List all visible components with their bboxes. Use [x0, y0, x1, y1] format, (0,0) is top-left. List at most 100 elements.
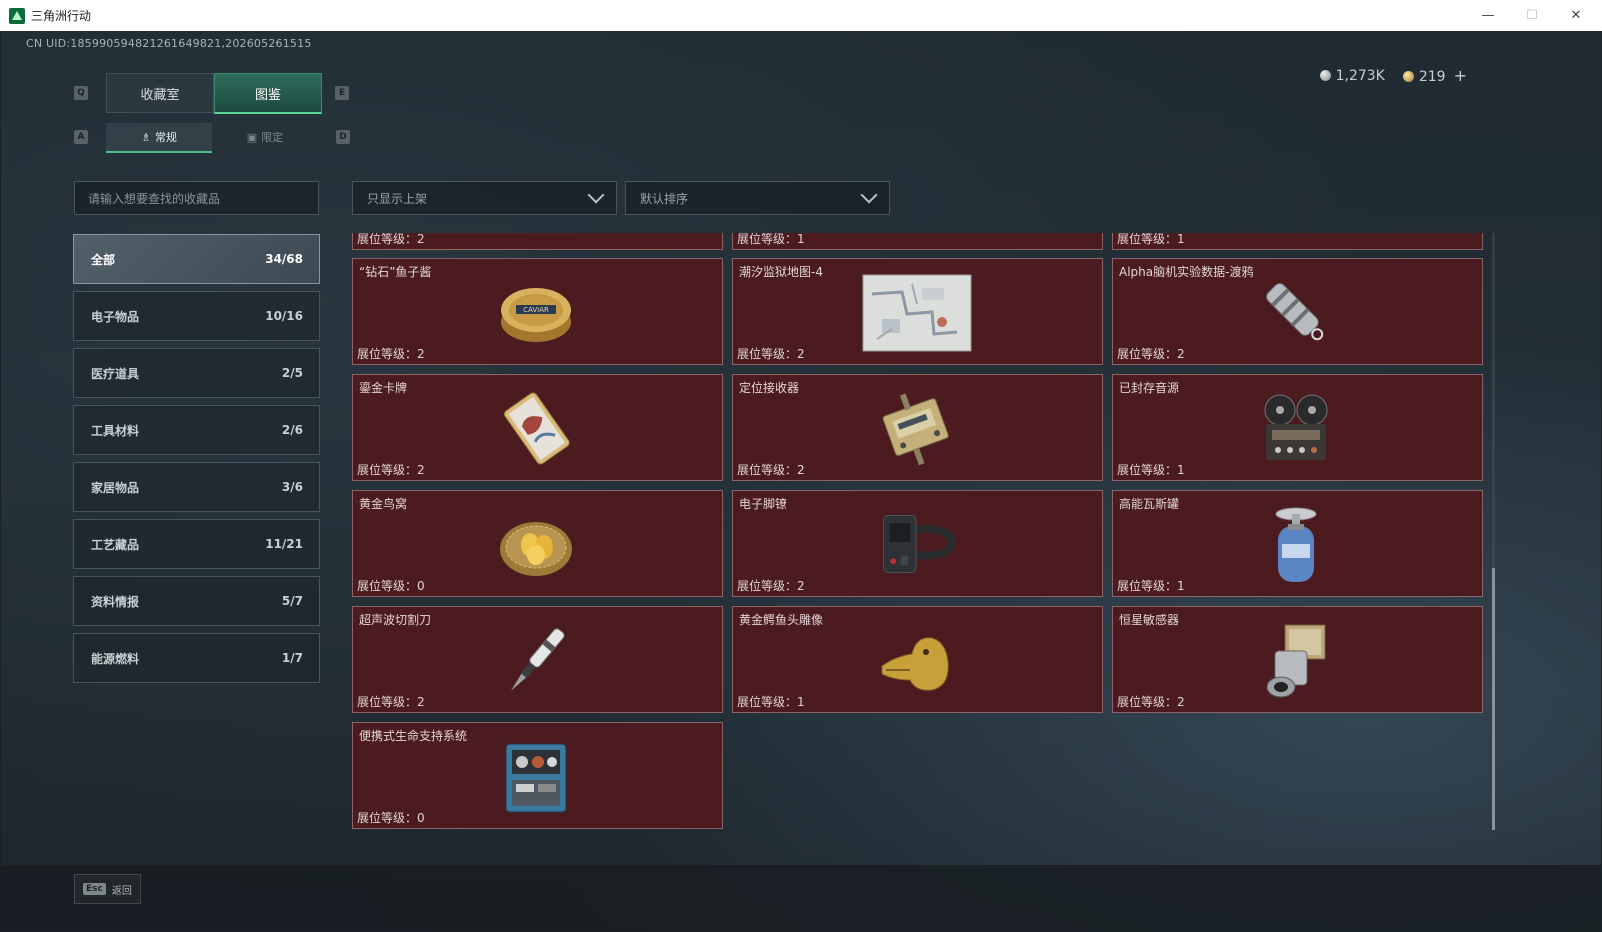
category-list: 全部 34/68 电子物品 10/16 医疗道具 2/5 工具材料 2/6 家居物品 3/… — [73, 234, 320, 690]
item-name: 恒星敏感器 — [1119, 613, 1180, 627]
item-card-receiver[interactable]: 定位接收器 展位等级：2 — [732, 374, 1103, 481]
category-label: 资料情报 — [91, 594, 140, 609]
category-electronics[interactable]: 电子物品 10/16 — [73, 291, 320, 341]
item-name: 鎏金卡牌 — [359, 381, 408, 395]
currency-bar: 1,273K 219 + — [1319, 66, 1467, 85]
key-hint-next-tab: E — [335, 86, 349, 100]
item-card[interactable]: 展位等级：2 — [352, 233, 723, 250]
item-level: 展位等级：1 — [1117, 579, 1185, 593]
item-level: 展位等级：1 — [1117, 463, 1185, 477]
subtab-limited[interactable]: ▣ 限定 — [212, 123, 318, 151]
item-name: 已封存音源 — [1119, 381, 1180, 395]
close-button[interactable]: ✕ — [1554, 0, 1598, 31]
ankle-monitor-icon — [876, 505, 956, 585]
item-grid: 展位等级：2 展位等级：1 展位等级：1 “钻石”鱼子酱 CAVIAR 展位等级… — [352, 233, 1487, 830]
item-card-gilded-card[interactable]: 鎏金卡牌 展位等级：2 — [352, 374, 723, 481]
item-level: 展位等级：0 — [357, 811, 425, 825]
receiver-device-icon — [876, 389, 956, 469]
item-card-caviar[interactable]: “钻石”鱼子酱 CAVIAR 展位等级：2 — [352, 258, 723, 365]
scrollbar-thumb[interactable] — [1492, 568, 1495, 830]
gold-currency[interactable]: 219 + — [1402, 66, 1467, 85]
maximize-button[interactable]: ☐ — [1510, 0, 1554, 31]
window-title: 三角洲行动 — [31, 9, 92, 23]
subtab-limited-label: 限定 — [261, 131, 284, 144]
silver-amount: 1,273K — [1335, 67, 1385, 84]
item-level: 展位等级：1 — [1117, 233, 1185, 246]
tab-collection-room[interactable]: 收藏室 — [106, 73, 214, 113]
limited-icon: ▣ — [246, 130, 258, 144]
category-label: 全部 — [91, 252, 116, 267]
category-label: 电子物品 — [91, 309, 140, 324]
gold-crocodile-icon — [876, 621, 956, 701]
item-name: “钻石”鱼子酱 — [359, 265, 432, 279]
back-button[interactable]: Esc 返回 — [74, 874, 141, 904]
filter-value: 只显示上架 — [367, 191, 428, 206]
chevron-down-icon — [860, 186, 878, 204]
uid-label: CN UID:18599059482126164982​1,2026052615… — [26, 37, 312, 50]
item-card-ultrasonic-knife[interactable]: 超声波切割刀 展位等级：2 — [352, 606, 723, 713]
category-count: 11/21 — [265, 537, 303, 551]
category-label: 能源燃料 — [91, 651, 140, 666]
back-label: 返回 — [111, 885, 132, 897]
category-count: 5/7 — [281, 594, 303, 608]
filter-dropdown[interactable]: 只显示上架 — [352, 181, 617, 215]
item-card[interactable]: 展位等级：1 — [732, 233, 1103, 250]
item-name: 便携式生命支持系统 — [359, 729, 468, 743]
category-medical[interactable]: 医疗道具 2/5 — [73, 348, 320, 398]
silver-coin-icon — [1319, 69, 1331, 81]
minimize-button[interactable]: — — [1466, 0, 1510, 31]
key-hint-prev-subtab: A — [74, 130, 88, 144]
subtab-regular[interactable]: ♗ 常规 — [106, 123, 212, 153]
item-card-prison-map[interactable]: 潮汐监狱地图-4 展位等级：2 — [732, 258, 1103, 365]
app-logo-icon — [9, 7, 25, 24]
item-name: 黄金鳄鱼头雕像 — [739, 613, 824, 627]
tab-encyclopedia[interactable]: 图鉴 — [214, 73, 322, 114]
item-level: 展位等级：2 — [1117, 347, 1185, 361]
add-currency-button[interactable]: + — [1454, 66, 1467, 85]
silver-currency: 1,273K — [1319, 67, 1385, 84]
item-name: 潮汐监狱地图-4 — [739, 265, 823, 279]
category-fuel[interactable]: 能源燃料 1/7 — [73, 633, 320, 683]
item-card-ankle-monitor[interactable]: 电子脚镣 展位等级：2 — [732, 490, 1103, 597]
category-label: 工艺藏品 — [91, 537, 140, 552]
item-card-life-support[interactable]: 便携式生命支持系统 展位等级：0 — [352, 722, 723, 829]
category-count: 34/68 — [265, 252, 303, 266]
category-count: 2/6 — [281, 423, 303, 437]
gold-amount: 219 — [1418, 69, 1446, 85]
item-level: 展位等级：2 — [737, 463, 805, 477]
category-count: 1/7 — [281, 651, 303, 665]
grid-scrollbar[interactable] — [1492, 233, 1495, 830]
item-card-sealed-audio[interactable]: 已封存音源 展位等级：1 — [1112, 374, 1483, 481]
sort-value: 默认排序 — [640, 191, 689, 206]
item-card-gas-canister[interactable]: 高能瓦斯罐 展位等级：1 — [1112, 490, 1483, 597]
item-level: 展位等级：1 — [737, 233, 805, 246]
data-capsule-icon — [1256, 273, 1336, 353]
category-household[interactable]: 家居物品 3/6 — [73, 462, 320, 512]
key-hint-next-subtab: D — [336, 130, 350, 144]
item-level: 展位等级：0 — [357, 579, 425, 593]
prison-map-icon — [861, 273, 973, 353]
life-support-icon — [496, 737, 576, 817]
item-card-golden-nest[interactable]: 黄金鸟窝 展位等级：0 — [352, 490, 723, 597]
item-level: 展位等级：2 — [357, 347, 425, 361]
item-card-gold-crocodile[interactable]: 黄金鳄鱼头雕像 展位等级：1 — [732, 606, 1103, 713]
item-level: 展位等级：1 — [737, 695, 805, 709]
category-count: 10/16 — [265, 309, 303, 323]
window-titlebar: 三角洲行动 — ☐ ✕ — [0, 0, 1602, 31]
reel-recorder-icon — [1256, 389, 1336, 469]
gas-canister-icon — [1256, 505, 1336, 585]
item-name: Alpha脑机实验数据-渡鸦 — [1119, 265, 1254, 279]
category-crafts[interactable]: 工艺藏品 11/21 — [73, 519, 320, 569]
sort-dropdown[interactable]: 默认排序 — [625, 181, 890, 215]
item-level: 展位等级：2 — [737, 579, 805, 593]
search-input[interactable]: 请输入想要查找的收藏品 — [74, 181, 319, 215]
regular-icon: ♗ — [141, 130, 151, 144]
category-all[interactable]: 全部 34/68 — [73, 234, 320, 284]
item-card[interactable]: 展位等级：1 — [1112, 233, 1483, 250]
item-card-alpha-data[interactable]: Alpha脑机实验数据-渡鸦 展位等级：2 — [1112, 258, 1483, 365]
item-name: 高能瓦斯罐 — [1119, 497, 1180, 511]
category-intel[interactable]: 资料情报 5/7 — [73, 576, 320, 626]
category-tools[interactable]: 工具材料 2/6 — [73, 405, 320, 455]
main-tabs: 收藏室 图鉴 — [106, 73, 322, 114]
item-card-star-sensor[interactable]: 恒星敏感器 展位等级：2 — [1112, 606, 1483, 713]
